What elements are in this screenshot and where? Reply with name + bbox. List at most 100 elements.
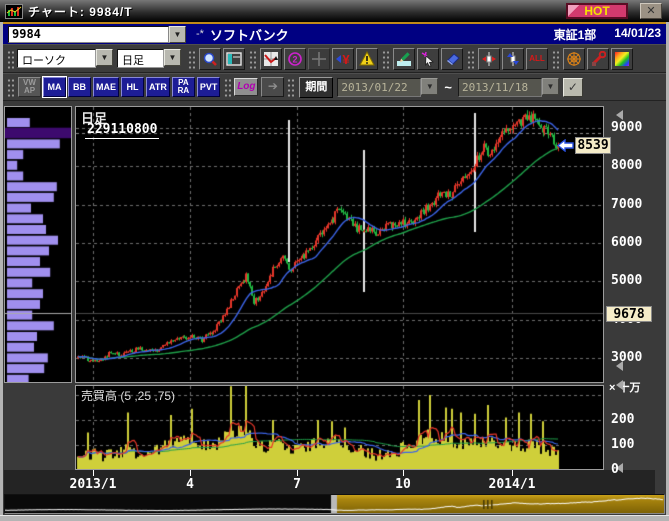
symbol-name: ソフトバンク xyxy=(210,25,289,44)
timeframe-select[interactable]: 日足 ▼ xyxy=(117,49,181,68)
symbol-bar: ▼ -* ソフトバンク 東証1部 14/01/23 xyxy=(0,22,669,44)
volume-at-price-max-value: 229110800 xyxy=(85,122,159,139)
palette-icon[interactable] xyxy=(611,48,633,70)
price-axis-label: 9000 xyxy=(611,120,642,135)
symbol-separator: -* xyxy=(196,28,204,40)
compare-icon[interactable]: 2 xyxy=(284,48,306,70)
period-from-dropdown-arrow-icon[interactable]: ▼ xyxy=(421,78,438,95)
indicator-vwap-button[interactable]: VWAP xyxy=(18,77,41,97)
indicator-para-button[interactable]: PARA xyxy=(172,77,195,97)
toolbar-grip[interactable] xyxy=(7,49,14,69)
indicator-ma-button[interactable]: MA xyxy=(43,77,66,97)
volume-unit-label: × 十万 xyxy=(609,379,640,395)
symbol-code-input[interactable] xyxy=(8,26,169,43)
crosshair-icon[interactable] xyxy=(308,48,330,70)
volume-axis-label: 0 xyxy=(611,462,619,477)
alert-icon[interactable] xyxy=(356,48,378,70)
x-axis-tick xyxy=(93,470,94,476)
tool-icon[interactable] xyxy=(587,48,609,70)
period-button[interactable]: 期間 xyxy=(299,77,333,98)
close-button[interactable]: ✕ xyxy=(640,3,662,19)
price-axis-label: 8000 xyxy=(611,158,642,173)
window-frame xyxy=(0,515,669,521)
period-to-select[interactable]: 2013/11/18 ▼ xyxy=(458,78,559,97)
title-bar: チャート: 9984/T HOT ✕ xyxy=(0,0,669,22)
navigator-canvas[interactable] xyxy=(5,495,664,513)
quote-date: 14/01/23 xyxy=(614,26,661,43)
app-chart-icon xyxy=(5,4,23,19)
timeframe-dropdown-arrow-icon[interactable]: ▼ xyxy=(164,49,181,66)
market-section-label: 東証1部 xyxy=(554,26,597,43)
candle-up-icon[interactable] xyxy=(478,48,500,70)
x-axis-tick xyxy=(190,470,191,476)
chart-navigator-scrollbar[interactable] xyxy=(4,494,665,514)
period-from-value: 2013/01/22 xyxy=(337,78,421,97)
timeframe-value: 日足 xyxy=(117,49,164,68)
indicator-pvt-button[interactable]: PVT xyxy=(197,77,221,97)
eraser-icon[interactable] xyxy=(441,48,463,70)
price-axis-label: 3000 xyxy=(611,350,642,365)
x-axis-tick xyxy=(403,470,404,476)
yen-price-icon[interactable]: ¥ xyxy=(332,48,354,70)
period-from-select[interactable]: 2013/01/22 ▼ xyxy=(337,78,438,97)
chart-type-dropdown-arrow-icon[interactable]: ▼ xyxy=(96,49,113,66)
chart-arrow-icon[interactable] xyxy=(260,48,282,70)
period-to-value: 2013/11/18 xyxy=(458,78,542,97)
svg-text:2: 2 xyxy=(292,54,297,64)
x-axis-label: 7 xyxy=(293,477,301,492)
window-frame xyxy=(0,22,3,515)
indicator-bb-button[interactable]: BB xyxy=(68,77,91,97)
price-axis-label: 5000 xyxy=(611,273,642,288)
volume-pane-title: 売買高 (5 ,25 ,75) xyxy=(81,387,175,404)
toolbar-grip[interactable] xyxy=(7,77,14,97)
axis-resize-arrow-icon[interactable] xyxy=(616,380,623,390)
forward-arrow-icon[interactable]: ➔ xyxy=(261,77,284,97)
price-chart-canvas[interactable] xyxy=(76,107,603,382)
period-to-dropdown-arrow-icon[interactable]: ▼ xyxy=(542,78,559,95)
chart-type-select[interactable]: ローソク ▼ xyxy=(17,49,113,68)
last-price-badge: 8539 xyxy=(575,137,611,154)
panel-layout-icon[interactable] xyxy=(223,48,245,70)
chart-window: チャート: 9984/T HOT ✕ ▼ -* ソフトバンク 東証1部 14/0… xyxy=(0,0,669,521)
toolbar-grip[interactable] xyxy=(552,49,559,69)
axis-resize-arrow-icon[interactable] xyxy=(616,110,623,120)
apply-period-checkmark-button[interactable]: ✓ xyxy=(563,78,583,97)
volume-profile-pane xyxy=(4,106,72,383)
pointer-icon[interactable] xyxy=(417,48,439,70)
volume-profile-canvas xyxy=(5,107,71,382)
draw-pencil-icon[interactable] xyxy=(393,48,415,70)
hline-price-badge: 9678 xyxy=(606,306,652,322)
all-icon[interactable]: ALL xyxy=(526,48,548,70)
symbol-dropdown-arrow-icon[interactable]: ▼ xyxy=(169,26,186,43)
x-axis-tick xyxy=(297,470,298,476)
period-range-tilde: ~ xyxy=(444,80,452,95)
indicator-hl-button[interactable]: HL xyxy=(121,77,144,97)
web-icon[interactable] xyxy=(563,48,585,70)
window-title: チャート: 9984/T xyxy=(28,3,133,20)
x-axis-tick xyxy=(512,470,513,476)
x-axis-label: 10 xyxy=(395,477,411,492)
price-chart-pane xyxy=(75,106,604,383)
last-price-arrow-icon xyxy=(557,139,574,157)
price-axis-label: 6000 xyxy=(611,235,642,250)
hot-button[interactable]: HOT xyxy=(566,3,628,19)
toolbar-grip[interactable] xyxy=(249,49,256,69)
candle-down-icon[interactable] xyxy=(502,48,524,70)
symbol-combobox: ▼ xyxy=(8,26,186,43)
toolbar-grip[interactable] xyxy=(188,49,195,69)
toolbar-grip[interactable] xyxy=(224,77,231,97)
x-axis-label: 4 xyxy=(186,477,194,492)
toolbar-grip[interactable] xyxy=(382,49,389,69)
indicator-atr-button[interactable]: ATR xyxy=(146,77,170,97)
log-scale-button[interactable]: Log xyxy=(234,78,258,96)
volume-axis-label: 200 xyxy=(611,412,634,427)
x-axis-label: 2014/1 xyxy=(489,477,536,492)
x-axis-label: 2013/1 xyxy=(70,477,117,492)
indicator-toolbar: VWAPMABBMAEHLATRPARAPVT Log ➔ 期間 2013/01… xyxy=(0,73,669,101)
indicator-mae-button[interactable]: MAE xyxy=(93,77,119,97)
chart-toolbar: ローソク ▼ 日足 ▼ 2 ¥ ALL xyxy=(0,44,669,73)
toolbar-grip[interactable] xyxy=(467,49,474,69)
toolbar-grip[interactable] xyxy=(287,77,294,97)
zoom-icon[interactable] xyxy=(199,48,221,70)
price-axis-label: 7000 xyxy=(611,197,642,212)
